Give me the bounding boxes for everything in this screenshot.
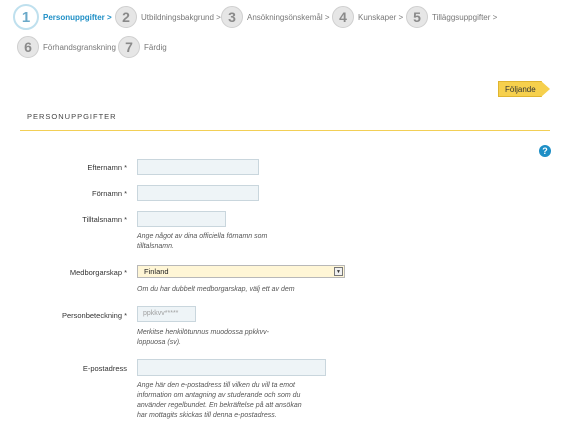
firstnames-label: Förnamn * bbox=[91, 189, 127, 198]
help-icon[interactable]: ? bbox=[539, 145, 551, 157]
email-input[interactable] bbox=[137, 359, 326, 376]
step-6[interactable]: 6 Förhandsgranskning bbox=[17, 36, 116, 58]
lastname-input[interactable] bbox=[137, 159, 259, 175]
section-divider bbox=[20, 130, 550, 131]
citizenship-value: Finland bbox=[144, 267, 169, 276]
step-1-number: 1 bbox=[13, 4, 39, 30]
step-2[interactable]: 2 Utbildningsbakgrund > bbox=[115, 6, 221, 28]
step-4-number: 4 bbox=[332, 6, 354, 28]
step-4-label: Kunskaper > bbox=[358, 12, 404, 22]
step-2-number: 2 bbox=[115, 6, 137, 28]
citizenship-hint: Om du har dubbelt medborgarskap, välj et… bbox=[137, 286, 295, 293]
step-3-label: Ansökningsönskemål > bbox=[247, 12, 330, 22]
step-3[interactable]: 3 Ansökningsönskemål > bbox=[221, 6, 330, 28]
step-7-number: 7 bbox=[118, 36, 140, 58]
callname-hint: Ange något av dina officiella förnamn so… bbox=[137, 233, 268, 250]
step-2-label: Utbildningsbakgrund > bbox=[141, 12, 221, 22]
firstnames-input[interactable] bbox=[137, 185, 259, 201]
callname-label: Tilltalsnamn * bbox=[82, 215, 127, 224]
step-4[interactable]: 4 Kunskaper > bbox=[332, 6, 403, 28]
step-1-label: Personuppgifter > bbox=[43, 12, 112, 22]
step-7[interactable]: 7 Färdig bbox=[118, 36, 167, 58]
next-button-label: Följande bbox=[505, 84, 536, 94]
email-hint: Ange här den e-postadress till vilken du… bbox=[137, 382, 302, 419]
step-6-number: 6 bbox=[17, 36, 39, 58]
step-7-label: Färdig bbox=[144, 42, 167, 52]
step-5[interactable]: 5 Tilläggsuppgifter > bbox=[406, 6, 497, 28]
ssn-hint: Merkitse henkilötunnus muodossa ppkkvv-l… bbox=[137, 329, 269, 346]
chevron-down-icon: ▼ bbox=[334, 267, 343, 276]
step-5-number: 5 bbox=[406, 6, 428, 28]
step-6-label: Förhandsgranskning bbox=[43, 42, 116, 52]
arrow-right-icon bbox=[541, 81, 550, 97]
ssn-label: Personbeteckning * bbox=[61, 311, 127, 320]
section-title: PERSONUPPGIFTER bbox=[27, 112, 117, 121]
step-5-label: Tilläggsuppgifter > bbox=[432, 12, 498, 22]
step-3-number: 3 bbox=[221, 6, 243, 28]
ssn-input[interactable]: ppkkvv***** bbox=[137, 306, 196, 322]
citizenship-select[interactable]: Finland ▼ bbox=[137, 265, 345, 278]
callname-input[interactable] bbox=[137, 211, 226, 227]
email-label: E-postadress bbox=[82, 364, 127, 373]
citizenship-label: Medborgarskap * bbox=[69, 268, 127, 277]
next-button[interactable]: Följande bbox=[498, 81, 550, 97]
lastname-label: Efternamn * bbox=[87, 163, 127, 172]
step-1[interactable]: 1 Personuppgifter > bbox=[13, 4, 112, 30]
